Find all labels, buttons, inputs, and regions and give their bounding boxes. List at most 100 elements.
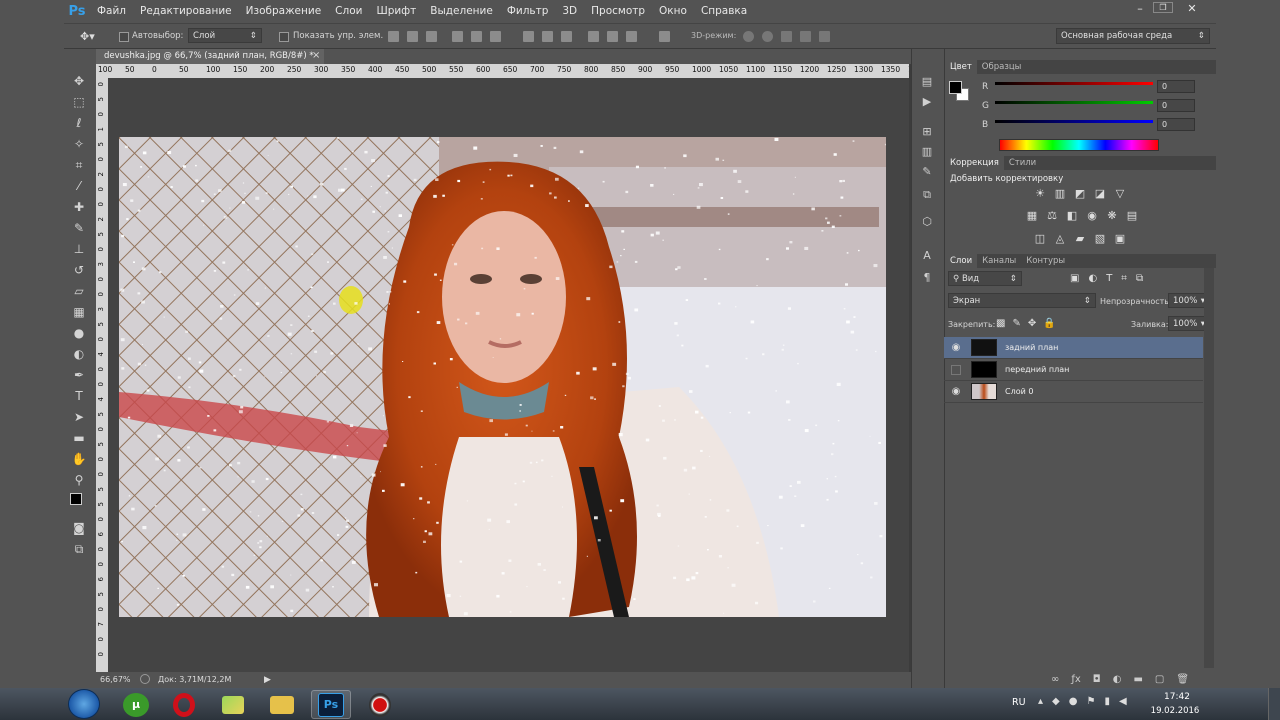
layer-name[interactable]: передний план bbox=[1005, 365, 1069, 374]
type-tool-icon[interactable]: T bbox=[70, 388, 88, 404]
properties-panel-icon[interactable]: ▥ bbox=[918, 144, 936, 158]
brush-tool-icon[interactable]: ✎ bbox=[70, 220, 88, 236]
quick-mask-icon[interactable]: ◙ bbox=[70, 520, 88, 536]
magic-wand-tool-icon[interactable]: ✧ bbox=[70, 136, 88, 152]
clone-source-icon[interactable]: ⧉ bbox=[918, 188, 936, 202]
history-brush-tool-icon[interactable]: ↺ bbox=[70, 262, 88, 278]
layers-scrollbar[interactable] bbox=[1204, 268, 1214, 668]
new-adjustment-icon[interactable]: ◐ bbox=[1113, 674, 1122, 685]
tab-channels[interactable]: Каналы bbox=[977, 254, 1021, 268]
show-controls-checkbox[interactable] bbox=[279, 32, 289, 42]
tab-swatches[interactable]: Образцы bbox=[977, 60, 1027, 74]
distribute-bottom-icon[interactable] bbox=[561, 31, 572, 42]
character-panel-icon[interactable]: A bbox=[918, 248, 936, 262]
eraser-tool-icon[interactable]: ▱ bbox=[70, 283, 88, 299]
marquee-tool-icon[interactable]: ⬚ bbox=[70, 94, 88, 110]
tab-styles[interactable]: Стили bbox=[1004, 156, 1041, 170]
healing-brush-tool-icon[interactable]: ✚ bbox=[70, 199, 88, 215]
autoselect-dropdown[interactable]: Слой ⇕ bbox=[188, 28, 262, 43]
screen-mode-icon[interactable]: ⧉ bbox=[70, 541, 88, 557]
foreground-color-swatch[interactable] bbox=[70, 493, 82, 505]
exposure-icon[interactable]: ◪ bbox=[1094, 188, 1106, 200]
slider-r[interactable] bbox=[995, 82, 1153, 85]
color-balance-icon[interactable]: ⚖ bbox=[1046, 210, 1058, 222]
slide-3d-icon[interactable] bbox=[800, 31, 811, 42]
tab-layers[interactable]: Слои bbox=[945, 254, 978, 268]
hue-saturation-icon[interactable]: ▦ bbox=[1026, 210, 1038, 222]
3d-panel-icon[interactable]: ⬡ bbox=[918, 214, 936, 228]
menu-file[interactable]: Файл bbox=[90, 0, 133, 23]
black-white-icon[interactable]: ◧ bbox=[1066, 210, 1078, 222]
lasso-tool-icon[interactable]: ℓ bbox=[70, 115, 88, 131]
keyboard-language[interactable]: RU bbox=[1012, 697, 1026, 708]
scale-3d-icon[interactable] bbox=[819, 31, 830, 42]
taskbar-recorder[interactable] bbox=[360, 690, 400, 719]
taskbar-opera[interactable] bbox=[164, 690, 204, 719]
hand-tool-icon[interactable]: ✋ bbox=[70, 451, 88, 467]
path-selection-tool-icon[interactable]: ➤ bbox=[70, 409, 88, 425]
color-swatches[interactable] bbox=[70, 493, 88, 515]
gradient-map-icon[interactable]: ▧ bbox=[1094, 233, 1106, 245]
lock-pixels-icon[interactable]: ✎ bbox=[1012, 318, 1020, 329]
blend-mode-dropdown[interactable]: Экран ⇕ bbox=[948, 293, 1096, 308]
value-r[interactable]: 0 bbox=[1157, 80, 1195, 93]
align-top-icon[interactable] bbox=[388, 31, 399, 42]
filter-pixel-icon[interactable]: ▣ bbox=[1070, 273, 1079, 284]
channel-mixer-icon[interactable]: ❋ bbox=[1106, 210, 1118, 222]
document-tab[interactable]: devushka.jpg @ 66,7% (задний план, RGB/8… bbox=[96, 49, 324, 64]
distribute-top-icon[interactable] bbox=[523, 31, 534, 42]
eye-icon[interactable]: ◉ bbox=[949, 342, 963, 354]
tab-paths[interactable]: Контуры bbox=[1021, 254, 1070, 268]
layer-name[interactable]: задний план bbox=[1005, 343, 1058, 352]
taskbar-photoshop[interactable]: Ps bbox=[311, 690, 351, 719]
stamp-tool-icon[interactable]: ⊥ bbox=[70, 241, 88, 257]
menu-layer[interactable]: Слои bbox=[328, 0, 369, 23]
tray-volume-icon[interactable]: ◀ bbox=[1119, 696, 1127, 707]
value-g[interactable]: 0 bbox=[1157, 99, 1195, 112]
shape-tool-icon[interactable]: ▬ bbox=[70, 430, 88, 446]
menu-select[interactable]: Выделение bbox=[423, 0, 500, 23]
info-panel-icon[interactable]: ⊞ bbox=[918, 124, 936, 138]
crop-tool-icon[interactable]: ⌗ bbox=[70, 157, 88, 173]
levels-icon[interactable]: ▥ bbox=[1054, 188, 1066, 200]
taskbar-explorer[interactable] bbox=[262, 690, 302, 719]
workspace-dropdown[interactable]: Основная рабочая среда ⇕ bbox=[1056, 28, 1210, 44]
distribute-vcenter-icon[interactable] bbox=[542, 31, 553, 42]
layer-row-layer0[interactable]: ◉ Слой 0 bbox=[944, 381, 1203, 403]
filter-shape-icon[interactable]: ⌗ bbox=[1121, 273, 1127, 284]
visibility-off-icon[interactable] bbox=[951, 364, 961, 375]
move-tool-preset-icon[interactable]: ✥▾ bbox=[80, 30, 95, 43]
pen-tool-icon[interactable]: ✒ bbox=[70, 367, 88, 383]
auto-align-icon[interactable] bbox=[659, 31, 670, 42]
taskbar-utorrent[interactable]: µ bbox=[116, 690, 156, 719]
distribute-left-icon[interactable] bbox=[588, 31, 599, 42]
slider-g[interactable] bbox=[995, 101, 1153, 104]
zoom-tool-icon[interactable]: ⚲ bbox=[70, 472, 88, 488]
taskbar-files[interactable] bbox=[213, 690, 253, 719]
gradient-tool-icon[interactable]: ▦ bbox=[70, 304, 88, 320]
menu-3d[interactable]: 3D bbox=[555, 0, 584, 23]
new-layer-icon[interactable]: ▢ bbox=[1155, 674, 1164, 685]
color-lookup-icon[interactable]: ▤ bbox=[1126, 210, 1138, 222]
menu-filter[interactable]: Фильтр bbox=[500, 0, 556, 23]
status-menu-arrow-icon[interactable]: ▶ bbox=[264, 675, 271, 685]
layer-row-background[interactable]: ◉ задний план bbox=[944, 337, 1203, 359]
menu-view[interactable]: Просмотр bbox=[584, 0, 652, 23]
eyedropper-tool-icon[interactable]: ⁄ bbox=[70, 178, 88, 194]
tab-adjustments[interactable]: Коррекция bbox=[945, 156, 1004, 170]
clock-time[interactable]: 17:42 bbox=[1152, 692, 1202, 702]
new-group-icon[interactable]: ▬ bbox=[1133, 674, 1142, 685]
status-info-icon[interactable] bbox=[140, 674, 150, 684]
tray-flag-icon[interactable]: ⚑ bbox=[1086, 696, 1095, 707]
brush-presets-icon[interactable]: ✎ bbox=[918, 164, 936, 178]
lock-all-icon[interactable]: 🔒 bbox=[1043, 318, 1055, 329]
close-window-button[interactable]: ✕ bbox=[1180, 0, 1204, 16]
zoom-level[interactable]: 66,67% bbox=[100, 675, 131, 684]
tray-app-icon[interactable]: ◆ bbox=[1052, 696, 1060, 707]
posterize-icon[interactable]: ◬ bbox=[1054, 233, 1066, 245]
eye-icon[interactable]: ◉ bbox=[949, 386, 963, 398]
slider-b[interactable] bbox=[995, 120, 1153, 123]
layer-style-icon[interactable]: ƒx bbox=[1071, 674, 1080, 685]
value-b[interactable]: 0 bbox=[1157, 118, 1195, 131]
color-foreground-swatch[interactable] bbox=[949, 81, 962, 94]
